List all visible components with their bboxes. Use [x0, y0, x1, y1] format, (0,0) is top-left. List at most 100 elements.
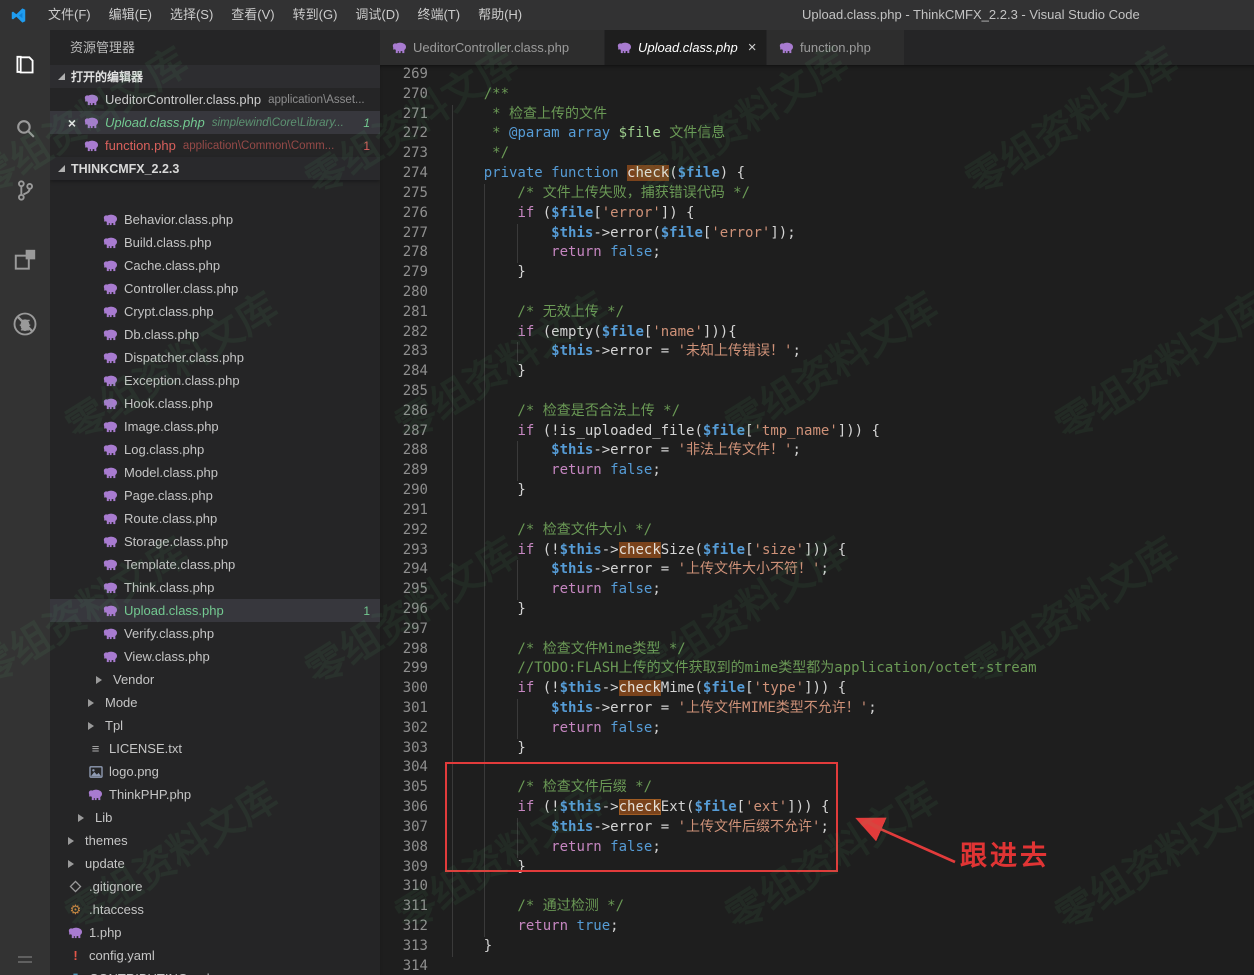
code-line[interactable]: 302 return false; [380, 719, 1254, 739]
tab-UeditorController.class.php[interactable]: UeditorController.class.php [380, 30, 605, 65]
tree-item-Mode[interactable]: Mode [50, 691, 380, 714]
debug-icon[interactable] [0, 300, 50, 348]
code-line[interactable]: 278 return false; [380, 243, 1254, 263]
menu-item[interactable]: 帮助(H) [469, 0, 531, 30]
code-token: 文件信息 [661, 125, 725, 141]
code-line[interactable]: 301 $this->error = '上传文件MIME类型不允许！'; [380, 699, 1254, 719]
tree-item-Route.class.php[interactable]: Route.class.php [50, 507, 380, 530]
tree-item-ThinkPHP.php[interactable]: ThinkPHP.php [50, 783, 380, 806]
code-line[interactable]: 295 return false; [380, 580, 1254, 600]
open-editors-header[interactable]: 打开的编辑器 [50, 65, 380, 88]
tree-item-Exception.class.php[interactable]: Exception.class.php [50, 369, 380, 392]
source-control-icon[interactable] [0, 166, 50, 214]
tree-item-logo.png[interactable]: logo.png [50, 760, 380, 783]
open-editor-function.php[interactable]: function.phpapplication\Common\Comm...1 [50, 134, 380, 157]
code-line[interactable]: 294 $this->error = '上传文件大小不符！'; [380, 560, 1254, 580]
tree-item-Tpl[interactable]: Tpl [50, 714, 380, 737]
tree-item-Verify.class.php[interactable]: Verify.class.php [50, 622, 380, 645]
code-line[interactable]: 271 * 检查上传的文件 [380, 105, 1254, 125]
tree-item-Vendor[interactable]: Vendor [50, 668, 380, 691]
tree-item-.gitignore[interactable]: .gitignore [50, 875, 380, 898]
code-line[interactable]: 289 return false; [380, 461, 1254, 481]
tree-item-Image.class.php[interactable]: Image.class.php [50, 415, 380, 438]
activity-bar [0, 30, 50, 975]
menu-item[interactable]: 调试(D) [346, 0, 408, 30]
code-line[interactable]: 311 /* 通过检测 */ [380, 897, 1254, 917]
tree-item-Think.class.php[interactable]: Think.class.php [50, 576, 380, 599]
code-line[interactable]: 293 if (!$this->checkSize($file['size'])… [380, 541, 1254, 561]
code-line[interactable]: 280 [380, 283, 1254, 303]
code-line[interactable]: 298 /* 检查文件Mime类型 */ [380, 640, 1254, 660]
code-line[interactable]: 282 if (empty($file['name'])){ [380, 323, 1254, 343]
explorer-icon[interactable] [0, 42, 50, 90]
tree-item-Storage.class.php[interactable]: Storage.class.php [50, 530, 380, 553]
tree-item-CONTRIBUTING.md[interactable]: CONTRIBUTING.md [50, 967, 380, 975]
code-line[interactable]: 296 } [380, 600, 1254, 620]
code-line[interactable]: 270 /** [380, 85, 1254, 105]
code-line[interactable]: 279 } [380, 263, 1254, 283]
search-icon[interactable] [0, 104, 50, 152]
tree-item-1.php[interactable]: 1.php [50, 921, 380, 944]
tab-function.php[interactable]: function.php [767, 30, 905, 65]
tree-item-Controller.class.php[interactable]: Controller.class.php [50, 277, 380, 300]
menu-item[interactable]: 转到(G) [284, 0, 347, 30]
tree-item-Lib[interactable]: Lib [50, 806, 380, 829]
code-line[interactable]: 300 if (!$this->checkMime($file['type'])… [380, 679, 1254, 699]
code-line[interactable]: 303 } [380, 739, 1254, 759]
menu-item[interactable]: 查看(V) [222, 0, 283, 30]
code-line[interactable]: 272 * @param array $file 文件信息 [380, 124, 1254, 144]
open-editor-Upload.class.php[interactable]: ×Upload.class.phpsimplewind\Core\Library… [50, 111, 380, 134]
workspace-root-header[interactable]: THINKCMFX_2.2.3 [50, 157, 380, 180]
tree-item-Model.class.php[interactable]: Model.class.php [50, 461, 380, 484]
code-line[interactable]: 284 } [380, 362, 1254, 382]
tree-item-Page.class.php[interactable]: Page.class.php [50, 484, 380, 507]
code-line[interactable]: 288 $this->error = '非法上传文件！'; [380, 441, 1254, 461]
extensions-icon[interactable] [0, 236, 50, 284]
close-icon[interactable]: × [64, 115, 80, 131]
code-line[interactable]: 291 [380, 501, 1254, 521]
code-line[interactable]: 290 } [380, 481, 1254, 501]
tree-item-Upload.class.php[interactable]: Upload.class.php1 [50, 599, 380, 622]
code-line[interactable]: 274 private function check($file) { [380, 164, 1254, 184]
code-line[interactable]: 313 } [380, 937, 1254, 957]
tree-item-update[interactable]: update [50, 852, 380, 875]
tree-item-.htaccess[interactable]: ⚙.htaccess [50, 898, 380, 921]
code-line[interactable]: 276 if ($file['error']) { [380, 204, 1254, 224]
tree-item-themes[interactable]: themes [50, 829, 380, 852]
code-line[interactable]: 283 $this->error = '未知上传错误！'; [380, 342, 1254, 362]
tree-item-Crypt.class.php[interactable]: Crypt.class.php [50, 300, 380, 323]
tab-Upload.class.php[interactable]: Upload.class.php× [605, 30, 767, 65]
tree-item-LICENSE.txt[interactable]: ≡LICENSE.txt [50, 737, 380, 760]
code-line[interactable]: 310 [380, 877, 1254, 897]
tree-item-Db.class.php[interactable]: Db.class.php [50, 323, 380, 346]
tree-item-config.yaml[interactable]: !config.yaml [50, 944, 380, 967]
menu-item[interactable]: 选择(S) [161, 0, 222, 30]
tree-item-Template.class.php[interactable]: Template.class.php [50, 553, 380, 576]
tree-item-Log.class.php[interactable]: Log.class.php [50, 438, 380, 461]
code-line[interactable]: 297 [380, 620, 1254, 640]
code-line[interactable]: 281 /* 无效上传 */ [380, 303, 1254, 323]
code-line[interactable]: 269 [380, 65, 1254, 85]
tree-item-Dispatcher.class.php[interactable]: Dispatcher.class.php [50, 346, 380, 369]
code-line[interactable]: 299 //TODO:FLASH上传的文件获取到的mime类型都为applica… [380, 659, 1254, 679]
tree-item-Build.class.php[interactable]: Build.class.php [50, 231, 380, 254]
code-line[interactable]: 285 [380, 382, 1254, 402]
menu-item[interactable]: 终端(T) [408, 0, 469, 30]
code-line[interactable]: 292 /* 检查文件大小 */ [380, 521, 1254, 541]
code-line[interactable]: 277 $this->error($file['error']); [380, 224, 1254, 244]
code-line[interactable]: 287 if (!is_uploaded_file($file['tmp_nam… [380, 422, 1254, 442]
partial-icon[interactable] [0, 941, 50, 975]
tree-item-Cache.class.php[interactable]: Cache.class.php [50, 254, 380, 277]
code-line[interactable]: 314 [380, 957, 1254, 975]
tree-item-Behavior.class.php[interactable]: Behavior.class.php [50, 208, 380, 231]
code-line[interactable]: 312 return true; [380, 917, 1254, 937]
code-line[interactable]: 273 */ [380, 144, 1254, 164]
menu-item[interactable]: 编辑(E) [100, 0, 161, 30]
code-line[interactable]: 275 /* 文件上传失败，捕获错误代码 */ [380, 184, 1254, 204]
tree-item-Hook.class.php[interactable]: Hook.class.php [50, 392, 380, 415]
tree-item-View.class.php[interactable]: View.class.php [50, 645, 380, 668]
code-line[interactable]: 286 /* 检查是否合法上传 */ [380, 402, 1254, 422]
close-icon[interactable]: × [748, 39, 757, 56]
menu-item[interactable]: 文件(F) [39, 0, 100, 30]
open-editor-UeditorController.class.php[interactable]: UeditorController.class.phpapplication\A… [50, 88, 380, 111]
